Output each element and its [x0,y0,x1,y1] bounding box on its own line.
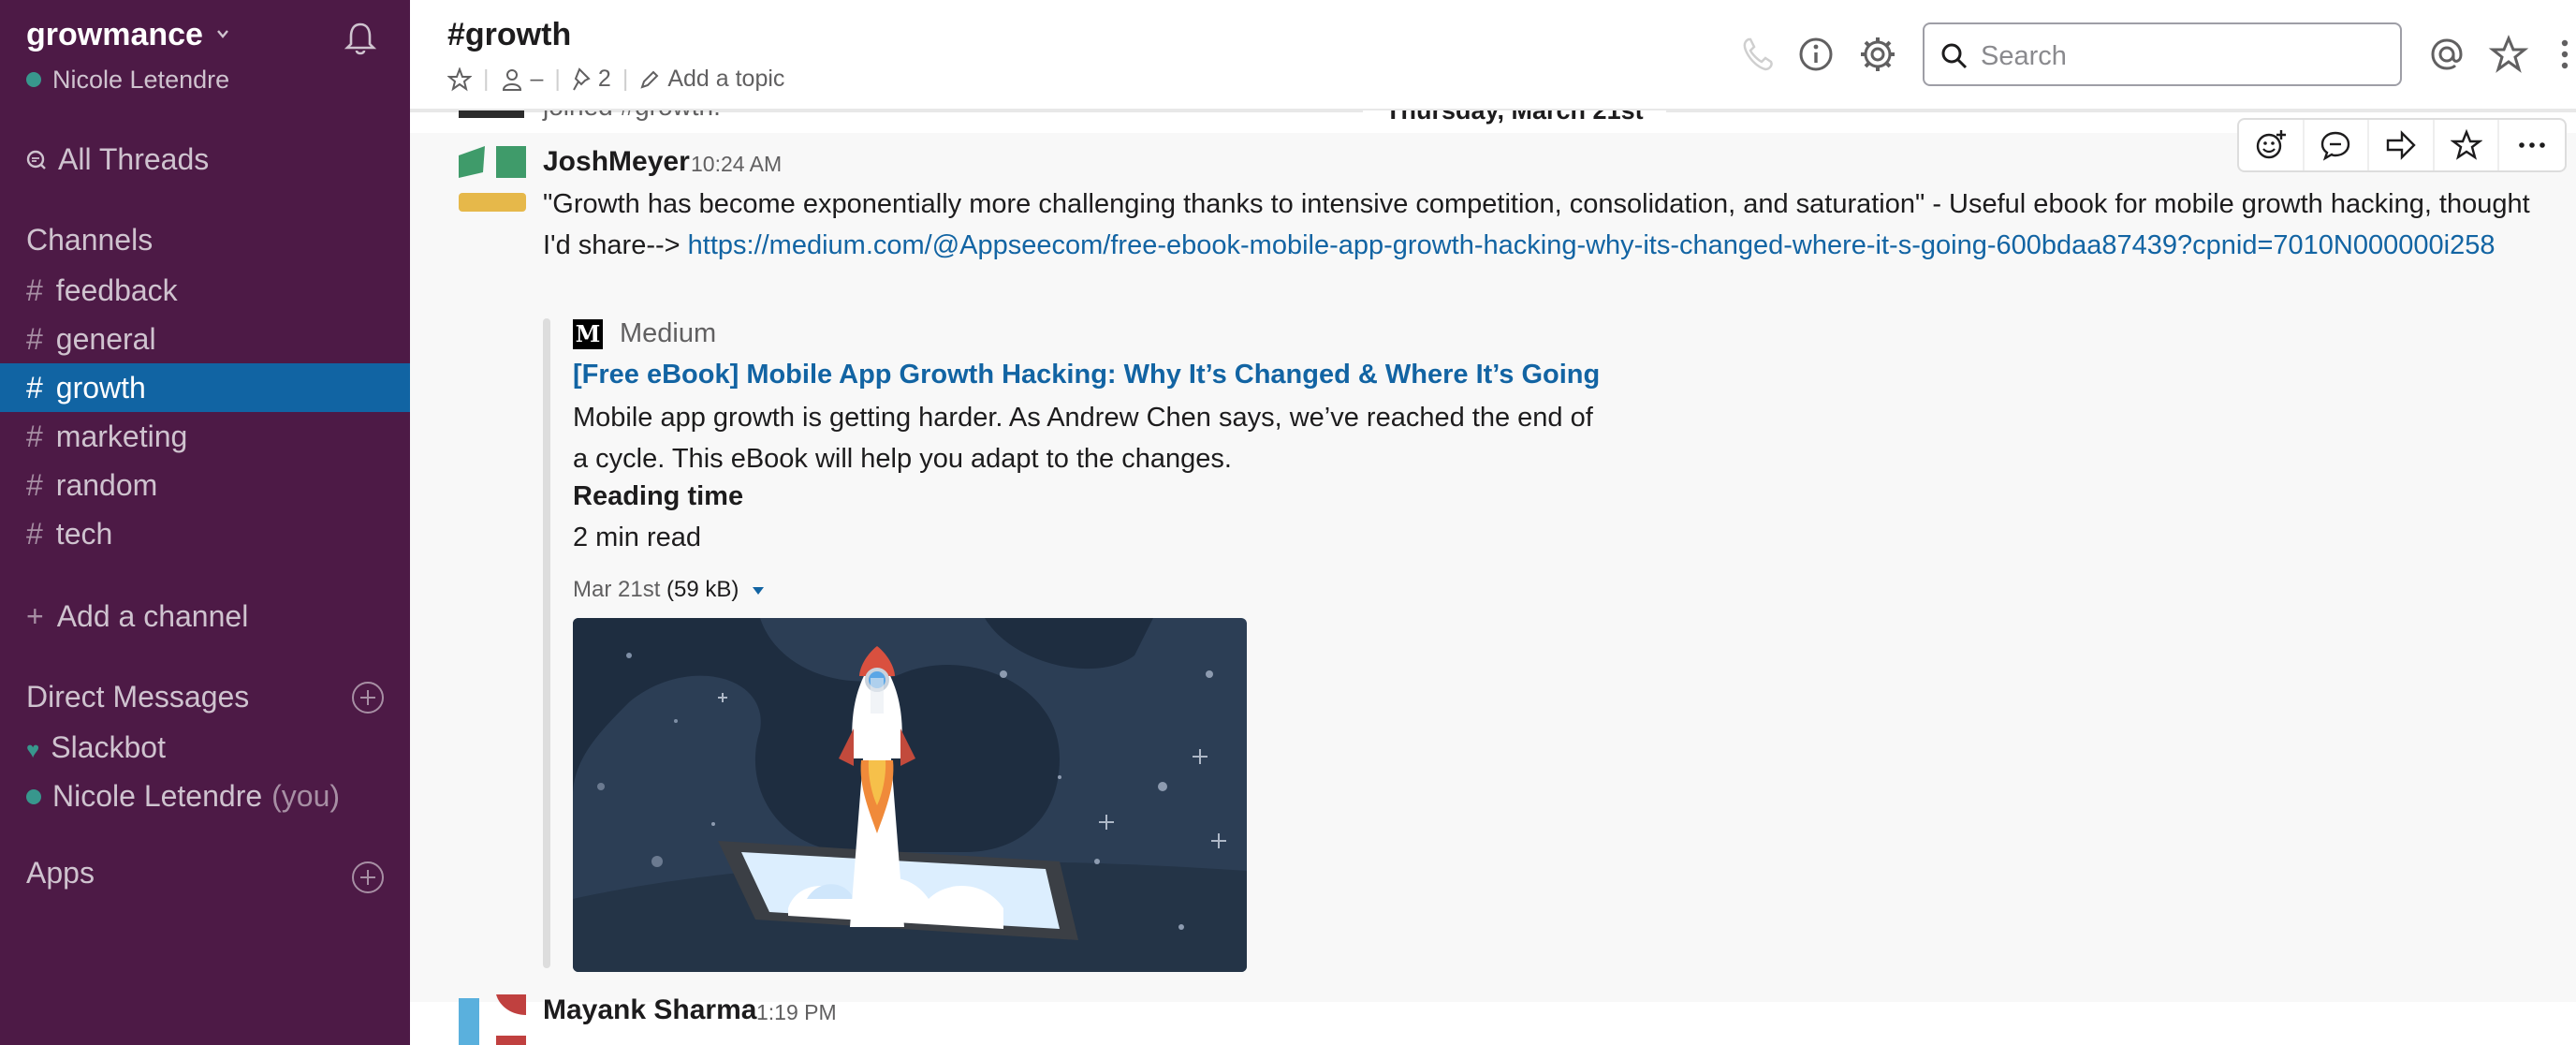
heart-icon: ♥ [26,738,40,763]
message-actions-toolbar [2237,118,2567,172]
sidebar-item-all-threads[interactable]: All Threads [0,135,410,184]
page-title[interactable]: #growth [447,17,571,53]
sidebar-item-label: tech [55,517,113,551]
apps-heading[interactable]: Apps [26,856,95,890]
member-count: – [530,66,544,92]
add-dm-icon[interactable] [352,682,384,714]
sidebar-item-growth[interactable]: # growth [0,363,410,412]
pin-count: 2 [597,66,611,92]
avatar[interactable] [459,110,524,118]
star-icon[interactable] [2488,34,2529,75]
date-divider: Thursday, March 21st [1363,110,1666,125]
sidebar-item-label: marketing [55,419,188,453]
sidebar-item-label: All Threads [58,142,210,176]
dm-item-label: Nicole Letendre [52,779,263,813]
star-icon[interactable] [447,66,472,92]
sidebar: growmance Nicole Letendre All Threads Ch… [0,0,410,1045]
attachment-image[interactable] [573,618,1247,972]
more-actions-button[interactable] [2499,120,2565,170]
message-body: "Growth has become exponentially more ch… [543,184,2537,266]
attachment-service-name: Medium [620,318,717,348]
attachment-field-label: Reading time [573,481,744,511]
add-reaction-icon [2256,130,2286,159]
save-message-button[interactable] [2435,120,2500,170]
join-message: joined #growth. [543,110,721,122]
sidebar-item-tech[interactable]: # tech [0,509,410,558]
phone-icon[interactable] [1737,34,1778,75]
info-icon[interactable] [1795,34,1837,75]
plus-icon: + [26,599,44,633]
sidebar-item-label: growth [55,371,146,405]
chevron-down-icon[interactable] [215,26,230,41]
gear-icon[interactable] [1857,34,1898,75]
message-author[interactable]: Mayank Sharma [543,994,756,1026]
attachment-bar [543,318,550,968]
message-timestamp[interactable]: 10:24 AM [691,152,782,177]
search-input[interactable]: Search [1923,22,2402,86]
channel-header: #growth | – | 2 | Add a topic Search [410,0,2576,110]
current-user-name: Nicole Letendre [52,66,230,94]
dm-item-nicole-letendre[interactable]: Nicole Letendre (you) [0,772,410,820]
reply-thread-button[interactable] [2305,120,2370,170]
sidebar-item-label: general [55,322,156,356]
sidebar-item-general[interactable]: # general [0,315,410,363]
add-reaction-button[interactable] [2239,120,2305,170]
dm-item-label: Slackbot [51,730,166,764]
attachment-size: (59 kB) [666,577,739,602]
attachment-field-value: 2 min read [573,522,702,552]
share-icon [2386,130,2416,160]
star-icon [2450,129,2482,160]
share-button[interactable] [2369,120,2435,170]
pin-icon[interactable] [572,66,593,92]
message-timestamp[interactable]: 1:19 PM [756,1000,837,1025]
direct-messages-heading[interactable]: Direct Messages [26,680,249,714]
add-topic-link[interactable]: Add a topic [667,66,784,93]
attachment-meta: Mar 21st (59 kB) [573,577,766,603]
dm-item-slackbot[interactable]: ♥ Slackbot [0,723,410,772]
attachment-title-link[interactable]: [Free eBook] Mobile App Growth Hacking: … [573,360,1600,390]
attachment-description: Mobile app growth is getting harder. As … [573,403,1593,474]
current-user[interactable]: Nicole Letendre [26,66,229,95]
pencil-icon [640,70,659,89]
message-list: joined #growth. Thursday, March 21st Jos… [410,110,2576,1045]
sidebar-item-label: feedback [55,273,178,307]
add-channel-button[interactable]: + Add a channel [0,592,410,640]
reply-icon [2321,131,2350,161]
channel-meta: | – | 2 | Add a topic [447,66,784,93]
member-icon[interactable] [501,67,523,92]
sidebar-item-marketing[interactable]: # marketing [0,412,410,461]
message-link[interactable]: https://medium.com/@Appseecom/free-ebook… [688,230,2496,260]
presence-dot [26,788,41,804]
more-icon [2519,142,2546,148]
channels-heading[interactable]: Channels [26,223,153,258]
avatar[interactable] [459,994,526,1045]
sidebar-item-label: random [55,468,158,502]
presence-dot [26,71,41,87]
sidebar-item-feedback[interactable]: # feedback [0,266,410,315]
attachment-date: Mar 21st [573,577,661,602]
workspace-name[interactable]: growmance [26,17,203,53]
rocket-illustration [573,618,1247,972]
caret-down-icon[interactable] [751,585,766,596]
add-channel-label: Add a channel [56,599,249,633]
add-app-icon[interactable] [352,861,384,893]
bell-icon[interactable] [341,19,380,58]
avatar[interactable] [459,146,526,213]
message-author[interactable]: JoshMeyer [543,146,690,178]
sidebar-item-random[interactable]: # random [0,461,410,509]
search-icon [1941,43,1968,69]
more-icon[interactable] [2544,34,2576,75]
you-tag: (you) [271,779,341,813]
search-placeholder: Search [1981,41,2067,71]
threads-icon [26,150,46,169]
attachment-service: M Medium [573,318,716,349]
medium-logo-icon: M [573,318,603,349]
mention-icon[interactable] [2426,34,2467,75]
